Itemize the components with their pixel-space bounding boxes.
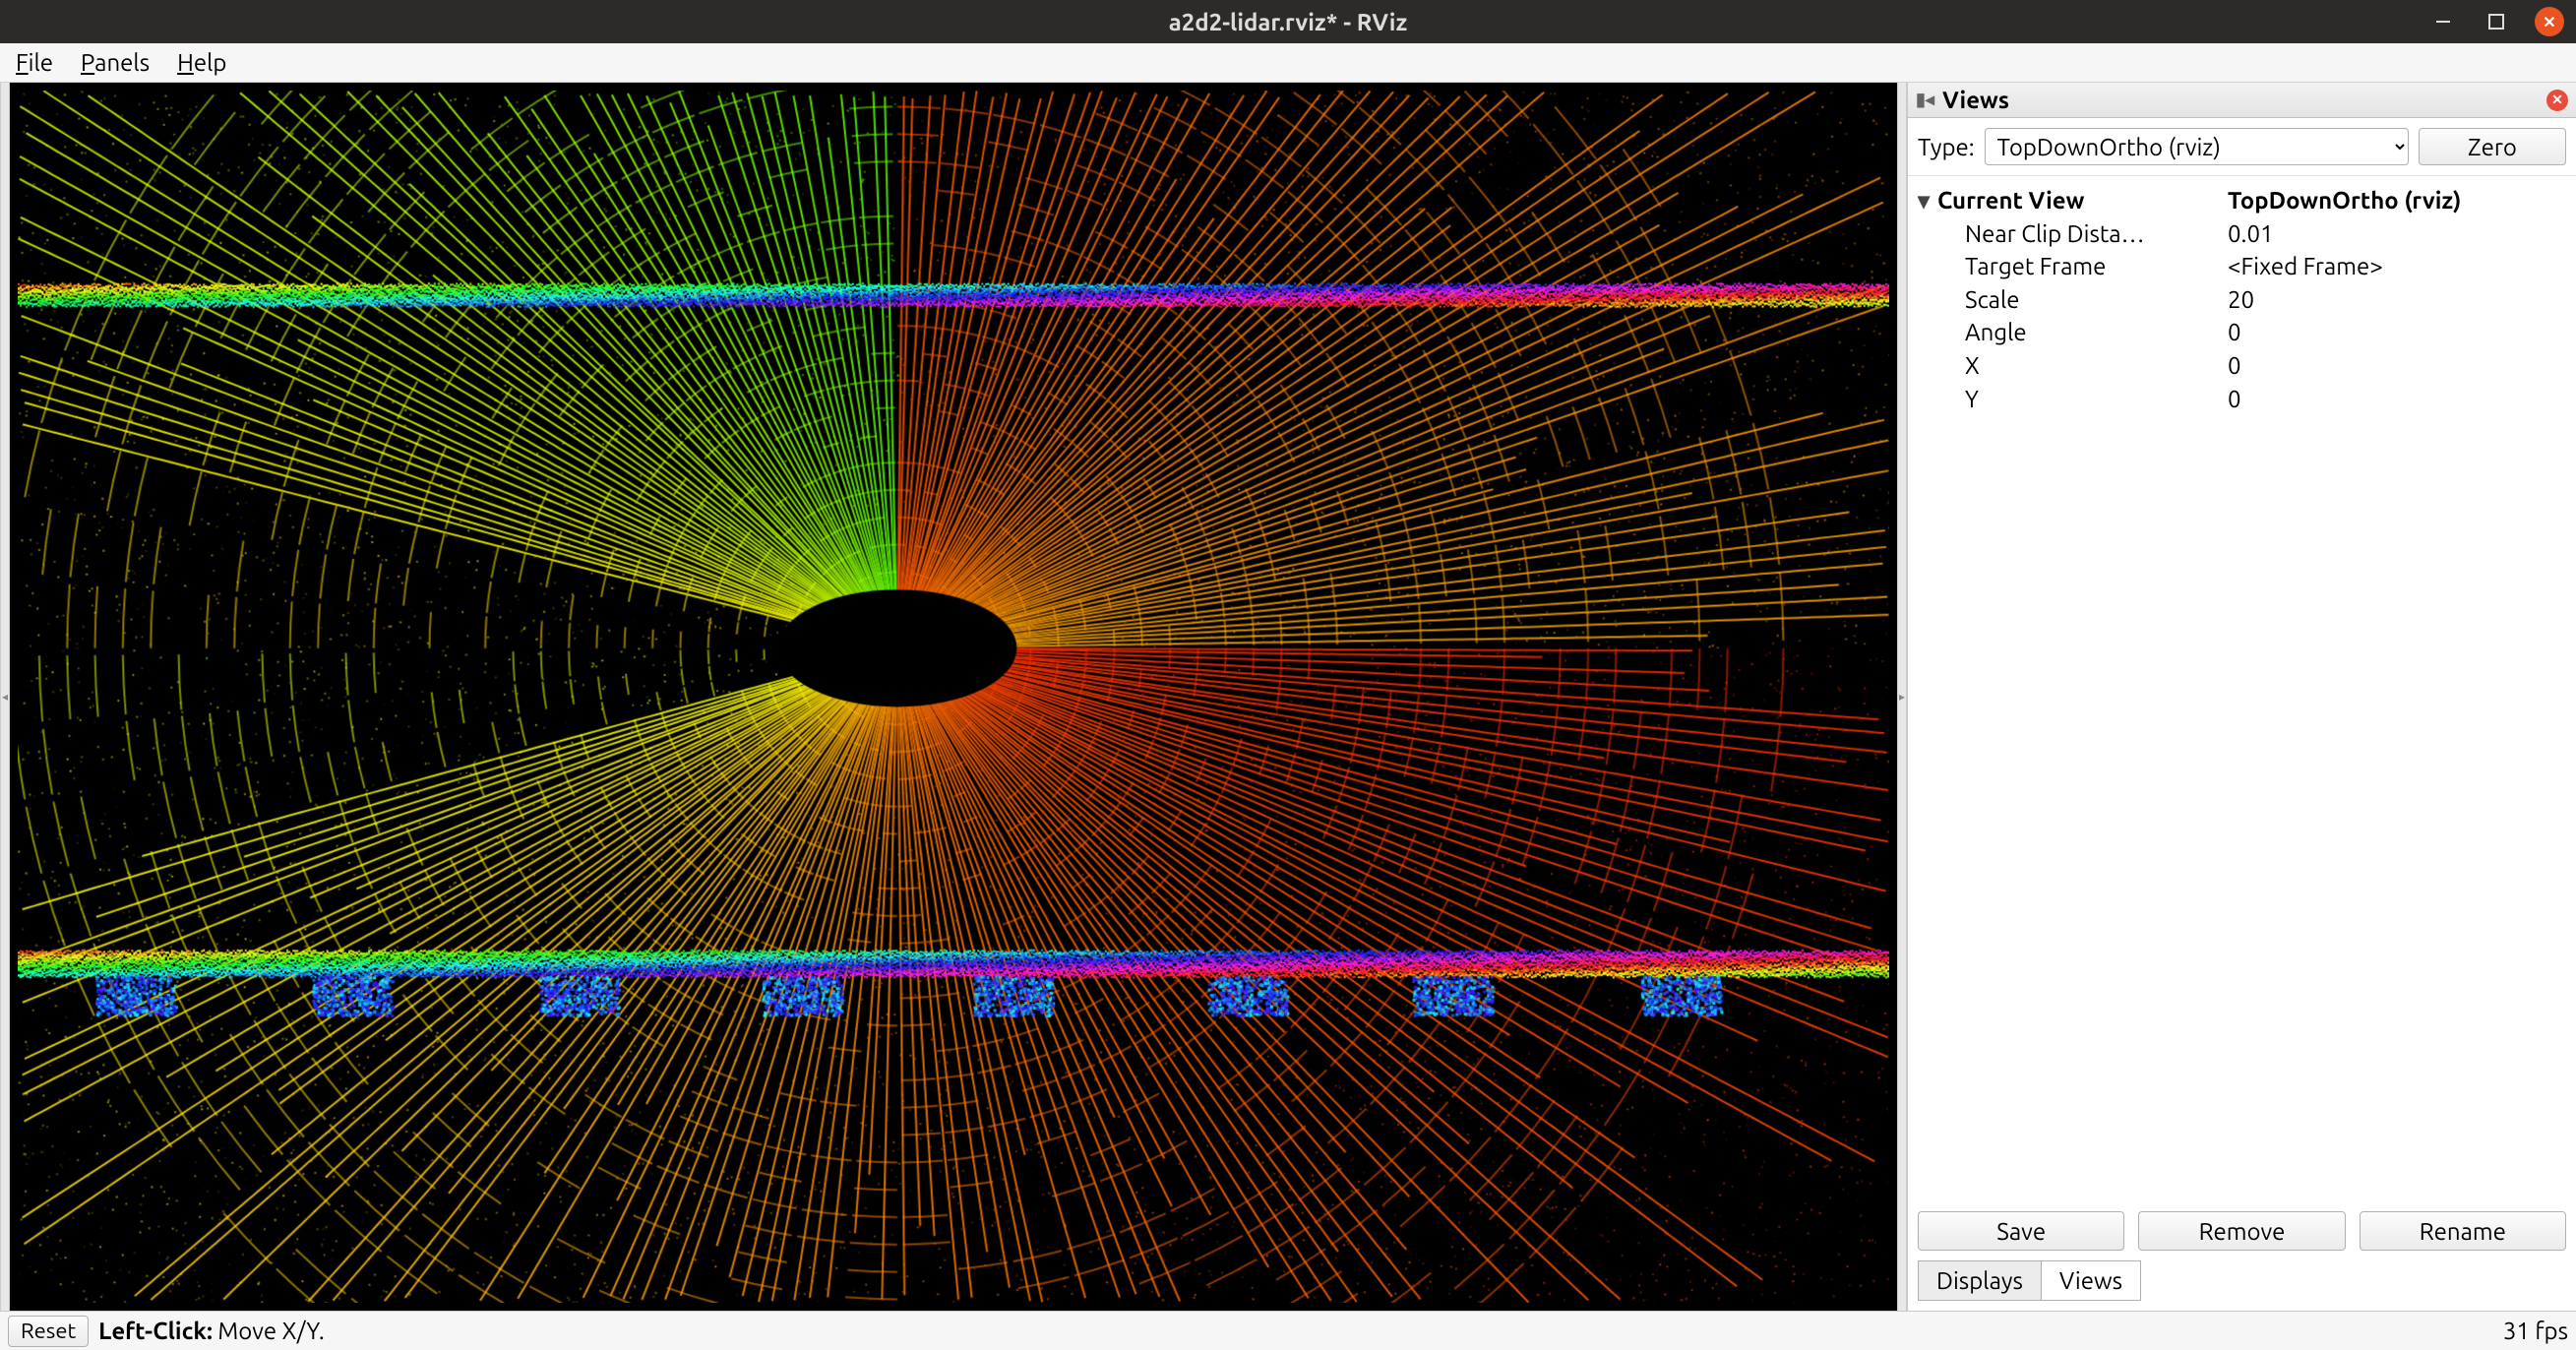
fps-counter: 31 fps <box>2503 1318 2568 1344</box>
close-button[interactable] <box>2535 7 2564 36</box>
menubar: File Panels Help <box>0 43 2576 83</box>
tree-current-view[interactable]: ▾Current View TopDownOrtho (rviz) <box>1918 184 2566 217</box>
left-panel-handle[interactable] <box>0 83 10 1311</box>
zero-button[interactable]: Zero <box>2419 128 2566 165</box>
menu-file[interactable]: File <box>16 49 53 76</box>
window-titlebar: a2d2-lidar.rviz* - RViz <box>0 0 2576 43</box>
tab-views[interactable]: Views <box>2042 1260 2141 1301</box>
maximize-button[interactable] <box>2482 7 2511 36</box>
menu-panels[interactable]: Panels <box>81 49 150 76</box>
tree-row-y[interactable]: Y 0 <box>1918 383 2566 416</box>
panel-title: Views <box>1942 87 2009 113</box>
tree-row-target-frame[interactable]: Target Frame <Fixed Frame> <box>1918 250 2566 283</box>
panel-close-button[interactable]: ✕ <box>2546 90 2568 111</box>
pointcloud-canvas[interactable] <box>18 91 1889 1303</box>
view-type-select[interactable]: TopDownOrtho (rviz) <box>1985 128 2409 165</box>
sidebar-tabs: Displays Views <box>1908 1260 2576 1311</box>
main-area: ▮◂ Views ✕ Type: TopDownOrtho (rviz) Zer… <box>0 83 2576 1311</box>
reset-button[interactable]: Reset <box>8 1316 89 1347</box>
window-title: a2d2-lidar.rviz* - RViz <box>1169 9 1408 35</box>
type-label: Type: <box>1918 134 1975 160</box>
collapse-icon: ▮◂ <box>1916 90 1934 110</box>
tree-row-scale[interactable]: Scale 20 <box>1918 283 2566 317</box>
tree-row-angle[interactable]: Angle 0 <box>1918 316 2566 349</box>
rename-button[interactable]: Rename <box>2360 1211 2566 1251</box>
right-panel-handle[interactable] <box>1897 83 1907 1311</box>
lidar-3d-view[interactable] <box>10 83 1897 1311</box>
remove-button[interactable]: Remove <box>2138 1211 2345 1251</box>
views-panel-actions: Save Remove Rename <box>1908 1201 2576 1260</box>
minimize-button[interactable] <box>2428 7 2458 36</box>
menu-help[interactable]: Help <box>177 49 226 76</box>
tab-displays[interactable]: Displays <box>1918 1260 2042 1301</box>
view-type-row: Type: TopDownOrtho (rviz) Zero <box>1908 118 2576 176</box>
tree-row-near-clip[interactable]: Near Clip Dista… 0.01 <box>1918 217 2566 251</box>
views-panel-header[interactable]: ▮◂ Views ✕ <box>1908 83 2576 118</box>
views-panel: ▮◂ Views ✕ Type: TopDownOrtho (rviz) Zer… <box>1907 83 2576 1311</box>
statusbar: Reset Left-Click: Move X/Y. 31 fps <box>0 1311 2576 1350</box>
save-button[interactable]: Save <box>1918 1211 2124 1251</box>
controls-hint: Left-Click: Move X/Y. <box>98 1318 325 1344</box>
view-properties-tree[interactable]: ▾Current View TopDownOrtho (rviz) Near C… <box>1908 176 2576 1201</box>
window-controls <box>2428 7 2564 36</box>
tree-row-x[interactable]: X 0 <box>1918 349 2566 383</box>
